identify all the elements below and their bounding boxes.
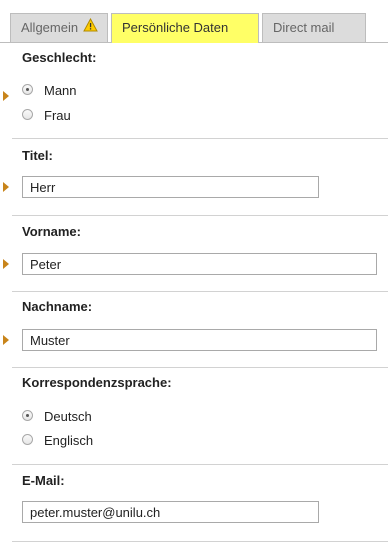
language-section: Korrespondenzsprache: Deutsch Englisch <box>12 368 388 465</box>
required-marker-icon <box>3 259 9 269</box>
radio-deutsch-label: Deutsch <box>44 409 92 424</box>
email-label: E-Mail: <box>22 473 65 488</box>
radio-frau-label: Frau <box>44 108 71 123</box>
radio-englisch[interactable] <box>22 434 33 445</box>
warning-icon <box>83 14 98 42</box>
tab-allgemein[interactable]: Allgemein <box>10 13 108 42</box>
required-marker-icon <box>3 182 9 192</box>
lastname-label: Nachname: <box>22 299 93 314</box>
title-label: Titel: <box>22 148 53 163</box>
firstname-input[interactable] <box>22 253 377 275</box>
radio-frau[interactable] <box>22 109 33 120</box>
tab-persoenliche-daten-label: Persönliche Daten <box>122 20 229 35</box>
firstname-label: Vorname: <box>22 224 81 239</box>
lastname-input[interactable] <box>22 329 377 351</box>
radio-mann[interactable] <box>22 84 33 95</box>
lastname-section: Nachname: <box>3 292 388 368</box>
title-section: Titel: <box>3 139 388 216</box>
required-marker-icon <box>3 335 9 345</box>
tab-direct-mail[interactable]: Direct mail <box>262 13 366 42</box>
gender-section: Geschlecht: Mann Frau <box>3 42 388 139</box>
language-label: Korrespondenzsprache: <box>22 375 172 390</box>
gender-label: Geschlecht: <box>22 50 97 65</box>
tab-allgemein-label: Allgemein <box>21 20 79 35</box>
firstname-section: Vorname: <box>3 216 388 292</box>
email-section: E-Mail: <box>12 465 388 542</box>
radio-deutsch[interactable] <box>22 410 33 421</box>
tab-bar: Allgemein Persönliche Daten Direct mail <box>0 0 388 43</box>
tab-persoenliche-daten[interactable]: Persönliche Daten <box>111 13 259 43</box>
tab-direct-mail-label: Direct mail <box>273 20 335 35</box>
email-input[interactable] <box>22 501 319 523</box>
title-input[interactable] <box>22 176 319 198</box>
radio-mann-label: Mann <box>44 83 77 98</box>
required-marker-icon <box>3 91 9 101</box>
radio-englisch-label: Englisch <box>44 433 94 448</box>
